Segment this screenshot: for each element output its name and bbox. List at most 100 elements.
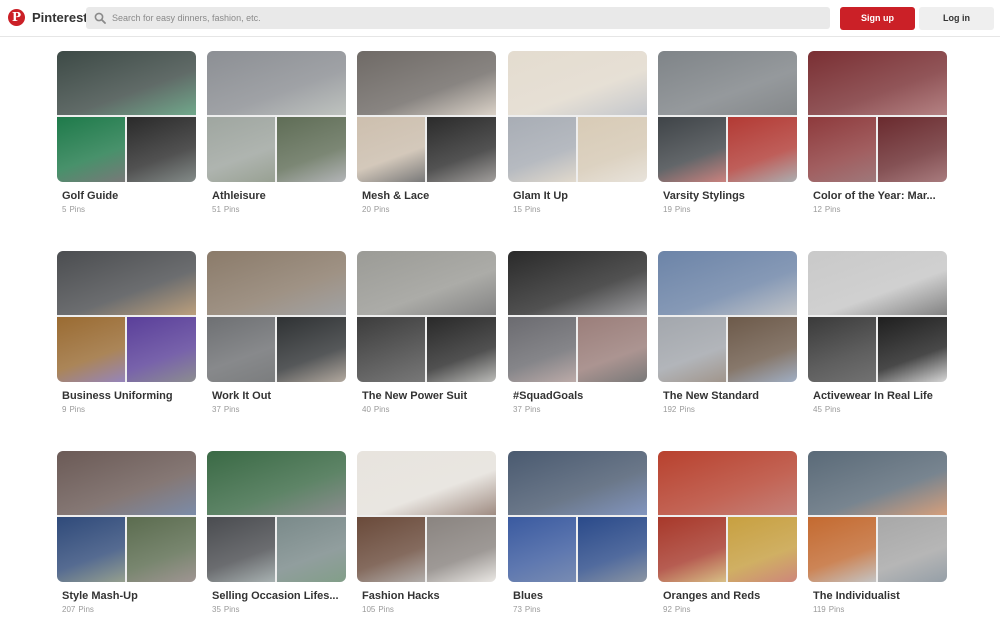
logo-letter: P [11, 10, 22, 24]
board-title[interactable]: Glam It Up [508, 190, 642, 202]
board-cover-thumbnail [57, 517, 125, 582]
board-cover-main-image [57, 251, 196, 315]
board-card[interactable]: #SquadGoals 37 Pins [508, 251, 647, 414]
board-card[interactable]: Glam It Up 15 Pins [508, 51, 647, 214]
pin-count-label: Pins [69, 205, 86, 214]
board-cover[interactable] [357, 451, 496, 582]
board-card[interactable]: The Individualist 119 Pins [808, 451, 947, 614]
board-cover-thumbnail [878, 117, 947, 182]
board-card[interactable]: Work It Out 37 Pins [207, 251, 346, 414]
board-cover-main-image [357, 51, 496, 115]
pin-count-number: 12 [813, 205, 822, 214]
board-title[interactable]: Business Uniforming [57, 390, 191, 402]
board-cover[interactable] [508, 51, 647, 182]
pin-count-number: 192 [663, 405, 677, 414]
board-pin-count: 37 Pins [207, 405, 346, 414]
board-card[interactable]: Varsity Stylings 19 Pins [658, 51, 797, 214]
board-cover[interactable] [357, 251, 496, 382]
board-cover[interactable] [57, 251, 196, 382]
board-title[interactable]: Varsity Stylings [658, 190, 792, 202]
board-title[interactable]: The Individualist [808, 590, 942, 602]
board-title[interactable]: The New Power Suit [357, 390, 491, 402]
board-title[interactable]: Blues [508, 590, 642, 602]
board-cover-thumbnail [277, 517, 346, 582]
board-cover[interactable] [57, 451, 196, 582]
pin-count-number: 37 [513, 405, 522, 414]
brand-name[interactable]: Pinterest [32, 10, 88, 25]
board-cover[interactable] [508, 451, 647, 582]
board-cover-main-image [808, 451, 947, 515]
board-cover-thumbnail [357, 117, 425, 182]
board-cover[interactable] [57, 51, 196, 182]
pin-count-number: 73 [513, 605, 522, 614]
board-cover[interactable] [357, 51, 496, 182]
board-cover[interactable] [808, 251, 947, 382]
board-cover[interactable] [658, 251, 797, 382]
board-card[interactable]: Fashion Hacks 105 Pins [357, 451, 496, 614]
board-card[interactable]: Style Mash-Up 207 Pins [57, 451, 196, 614]
pin-count-label: Pins [674, 205, 691, 214]
board-card[interactable]: The New Standard 192 Pins [658, 251, 797, 414]
board-card[interactable]: Blues 73 Pins [508, 451, 647, 614]
board-cover-thumbnail [508, 317, 576, 382]
board-pin-count: 12 Pins [808, 205, 947, 214]
board-card[interactable]: Mesh & Lace 20 Pins [357, 51, 496, 214]
board-cover-main-image [57, 51, 196, 115]
board-card[interactable]: Oranges and Reds 92 Pins [658, 451, 797, 614]
board-title[interactable]: Athleisure [207, 190, 341, 202]
board-cover[interactable] [808, 451, 947, 582]
board-title[interactable]: Color of the Year: Mar... [808, 190, 942, 202]
board-cover-thumbnail [658, 317, 726, 382]
pinterest-logo-icon[interactable]: P [8, 9, 25, 26]
board-cover[interactable] [207, 451, 346, 582]
board-title[interactable]: Mesh & Lace [357, 190, 491, 202]
board-cover-thumbnail [127, 517, 196, 582]
board-cover[interactable] [658, 51, 797, 182]
board-title[interactable]: Selling Occasion Lifes... [207, 590, 341, 602]
pin-count-number: 119 [813, 605, 826, 614]
board-cover-main-image [508, 251, 647, 315]
pin-count-number: 45 [813, 405, 822, 414]
pin-count-label: Pins [373, 405, 390, 414]
board-card[interactable]: Business Uniforming 9 Pins [57, 251, 196, 414]
board-cover[interactable] [658, 451, 797, 582]
board-cover-thumbnail [578, 317, 647, 382]
pin-count-label: Pins [524, 205, 541, 214]
board-title[interactable]: #SquadGoals [508, 390, 642, 402]
board-pin-count: 119 Pins [808, 605, 947, 614]
board-card[interactable]: Golf Guide 5 Pins [57, 51, 196, 214]
board-cover-main-image [808, 251, 947, 315]
board-cover-thumbnail [808, 517, 876, 582]
search-input[interactable] [112, 7, 812, 29]
board-card[interactable]: Color of the Year: Mar... 12 Pins [808, 51, 947, 214]
board-pin-count: 35 Pins [207, 605, 346, 614]
board-cover-main-image [808, 51, 947, 115]
log-in-button[interactable]: Log in [919, 7, 994, 30]
board-cover-main-image [508, 451, 647, 515]
board-title[interactable]: The New Standard [658, 390, 792, 402]
board-title[interactable]: Activewear In Real Life [808, 390, 942, 402]
pin-count-label: Pins [223, 405, 240, 414]
board-title[interactable]: Golf Guide [57, 190, 191, 202]
board-title[interactable]: Style Mash-Up [57, 590, 191, 602]
board-title[interactable]: Work It Out [207, 390, 341, 402]
board-cover-thumbnail [357, 517, 425, 582]
sign-up-button[interactable]: Sign up [840, 7, 915, 30]
board-cover-thumbnail [578, 117, 647, 182]
board-pin-count: 19 Pins [658, 205, 797, 214]
board-cover-main-image [658, 51, 797, 115]
board-cover[interactable] [808, 51, 947, 182]
board-cover-thumbnail [57, 117, 125, 182]
search-icon [94, 12, 106, 24]
board-title[interactable]: Oranges and Reds [658, 590, 792, 602]
search-bar[interactable] [86, 7, 830, 29]
board-title[interactable]: Fashion Hacks [357, 590, 491, 602]
board-card[interactable]: Selling Occasion Lifes... 35 Pins [207, 451, 346, 614]
board-cover[interactable] [508, 251, 647, 382]
board-cover[interactable] [207, 51, 346, 182]
board-card[interactable]: The New Power Suit 40 Pins [357, 251, 496, 414]
board-card[interactable]: Activewear In Real Life 45 Pins [808, 251, 947, 414]
board-card[interactable]: Athleisure 51 Pins [207, 51, 346, 214]
board-cover[interactable] [207, 251, 346, 382]
board-pin-count: 9 Pins [57, 405, 196, 414]
